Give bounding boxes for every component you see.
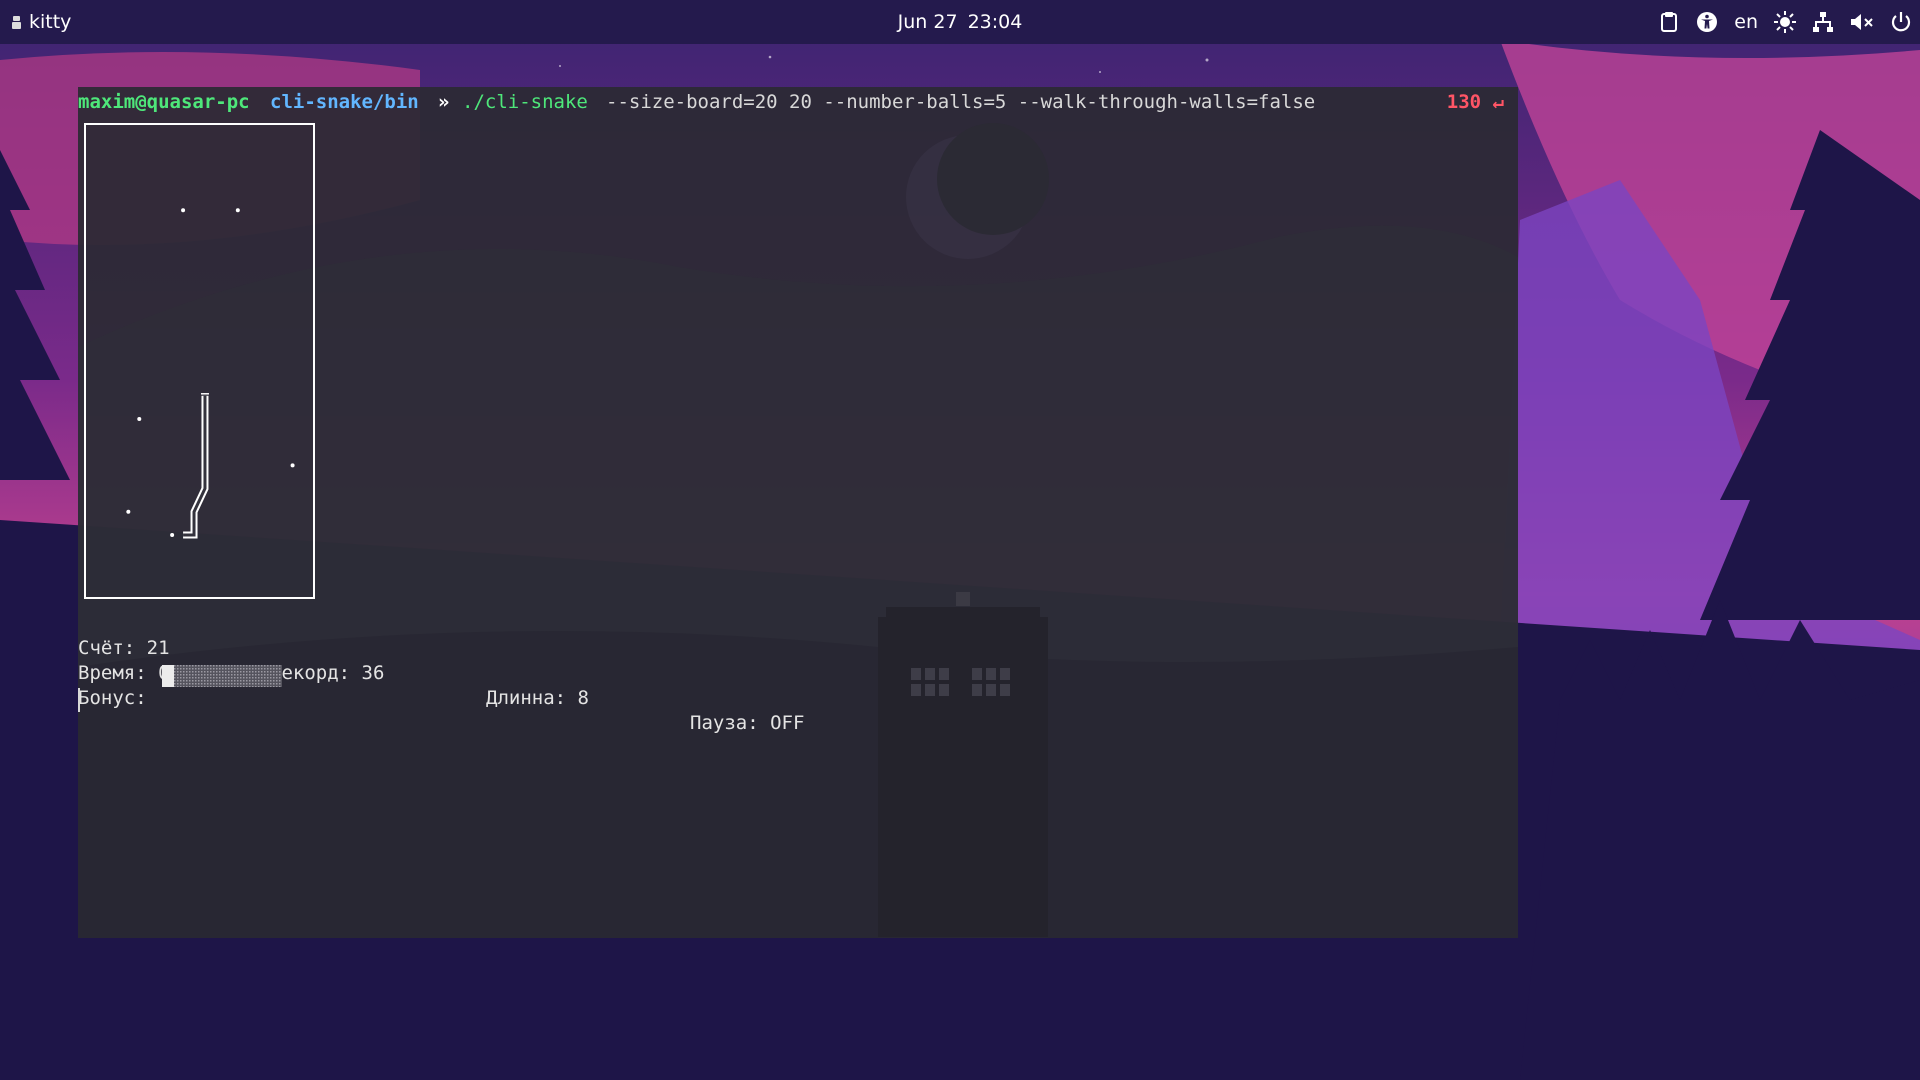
ball-group xyxy=(126,208,295,537)
food-ball xyxy=(126,509,131,514)
app-menu[interactable]: kitty xyxy=(12,0,71,44)
exit-code-indicator: 130 ↵ xyxy=(1446,91,1504,113)
prompt-arrow: » xyxy=(438,91,450,113)
top-bar: kitty Jun 27 23:04 en xyxy=(0,0,1920,44)
prompt-cwd: cli-snake/bin xyxy=(270,91,419,113)
food-ball xyxy=(170,533,175,537)
food-ball xyxy=(290,463,295,468)
terminal-cursor xyxy=(78,688,80,712)
bonus-label: Бонус: xyxy=(78,687,147,709)
snake-game-board xyxy=(84,123,315,599)
system-tray: en xyxy=(1658,0,1912,44)
length-label: Длинна: 8 xyxy=(486,687,589,709)
prompt-user-host: maxim@quasar-pc xyxy=(78,91,250,113)
clock-date[interactable]: Jun 27 xyxy=(898,11,958,33)
kitty-app-icon xyxy=(12,15,21,29)
brightness-icon[interactable] xyxy=(1774,0,1796,44)
clipboard-icon[interactable] xyxy=(1658,0,1680,44)
game-stats: Счёт: 21 Рекорд: 36 Длинна: 8 Пауза: OFF… xyxy=(78,611,804,736)
bonus-bar-fill xyxy=(162,665,174,687)
prompt-line: maxim@quasar-pc cli-snake/bin » ./cli-sn… xyxy=(78,90,1518,115)
network-icon[interactable] xyxy=(1812,0,1834,44)
app-name: kitty xyxy=(29,11,72,33)
power-icon[interactable] xyxy=(1890,0,1912,44)
command-executable: ./cli-snake xyxy=(462,91,588,113)
snake xyxy=(183,393,209,539)
accessibility-icon[interactable] xyxy=(1696,0,1718,44)
clock: Jun 27 23:04 xyxy=(0,0,1920,44)
pause-label: Пауза: OFF xyxy=(690,712,805,734)
food-ball xyxy=(235,208,240,213)
keyboard-layout[interactable]: en xyxy=(1734,0,1758,44)
food-ball xyxy=(137,417,142,421)
board-border xyxy=(84,123,315,599)
command-arguments: --size-board=20 20 --number-balls=5 --wa… xyxy=(606,91,1316,113)
bonus-progress-bar xyxy=(162,665,282,687)
clock-time[interactable]: 23:04 xyxy=(968,11,1023,33)
terminal-window[interactable]: maxim@quasar-pc cli-snake/bin » ./cli-sn… xyxy=(78,87,1518,938)
bonus-bar-track xyxy=(162,665,282,687)
food-ball xyxy=(181,208,186,213)
volume-muted-icon[interactable] xyxy=(1850,0,1874,44)
